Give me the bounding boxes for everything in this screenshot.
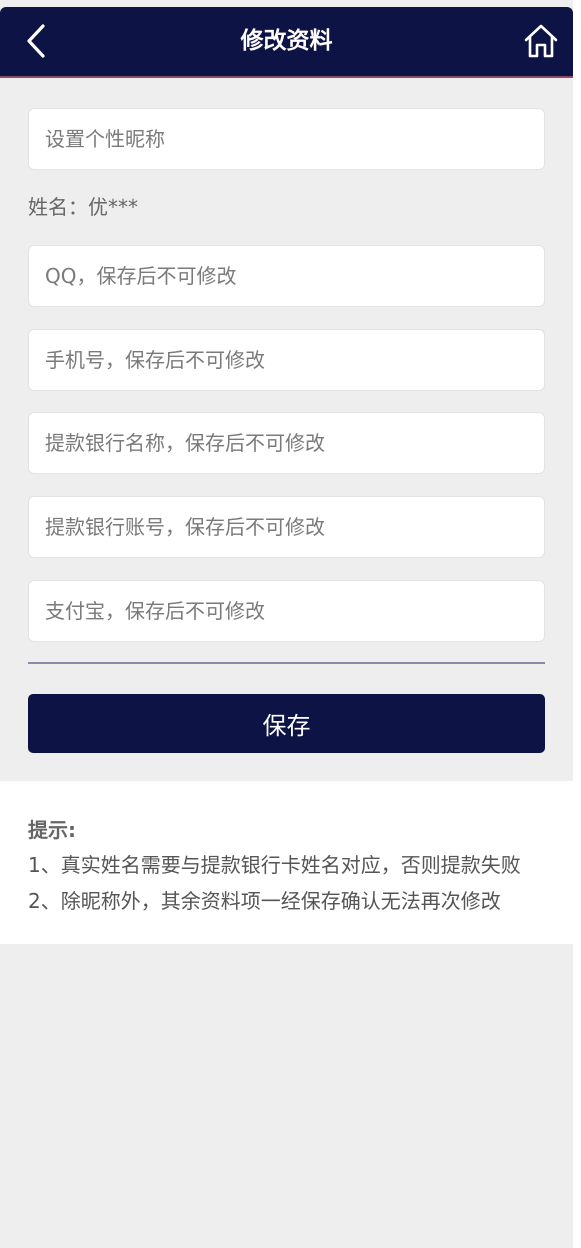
- page-title: 修改资料: [240, 28, 333, 54]
- save-button[interactable]: 保存: [28, 694, 545, 753]
- right-edge-strip: [573, 0, 581, 1248]
- nickname-input[interactable]: [28, 108, 545, 170]
- form-divider: [28, 662, 545, 664]
- app-screen: 修改资料 姓名：优*** 保存 提示: 1、真实姓名需要与提款银行卡姓名对应，否…: [0, 0, 573, 1248]
- name-value: 优***: [88, 195, 138, 219]
- home-button[interactable]: [519, 19, 563, 63]
- chevron-left-icon: [27, 24, 45, 58]
- phone-input[interactable]: [28, 329, 545, 391]
- tips-panel: 提示: 1、真实姓名需要与提款银行卡姓名对应，否则提款失败 2、除昵称外，其余资…: [0, 781, 573, 944]
- bank-name-input[interactable]: [28, 412, 545, 474]
- bank-account-input[interactable]: [28, 496, 545, 558]
- name-label: 姓名：: [28, 195, 88, 219]
- top-nav-bar: 修改资料: [0, 7, 573, 78]
- real-name-row: 姓名：优***: [28, 192, 138, 222]
- alipay-input[interactable]: [28, 580, 545, 642]
- tips-title: 提示:: [28, 818, 76, 842]
- home-icon: [524, 24, 558, 58]
- tip-line: 2、除昵称外，其余资料项一经保存确认无法再次修改: [28, 889, 501, 913]
- qq-input[interactable]: [28, 245, 545, 307]
- back-button[interactable]: [14, 19, 58, 63]
- tip-line: 1、真实姓名需要与提款银行卡姓名对应，否则提款失败: [28, 853, 521, 877]
